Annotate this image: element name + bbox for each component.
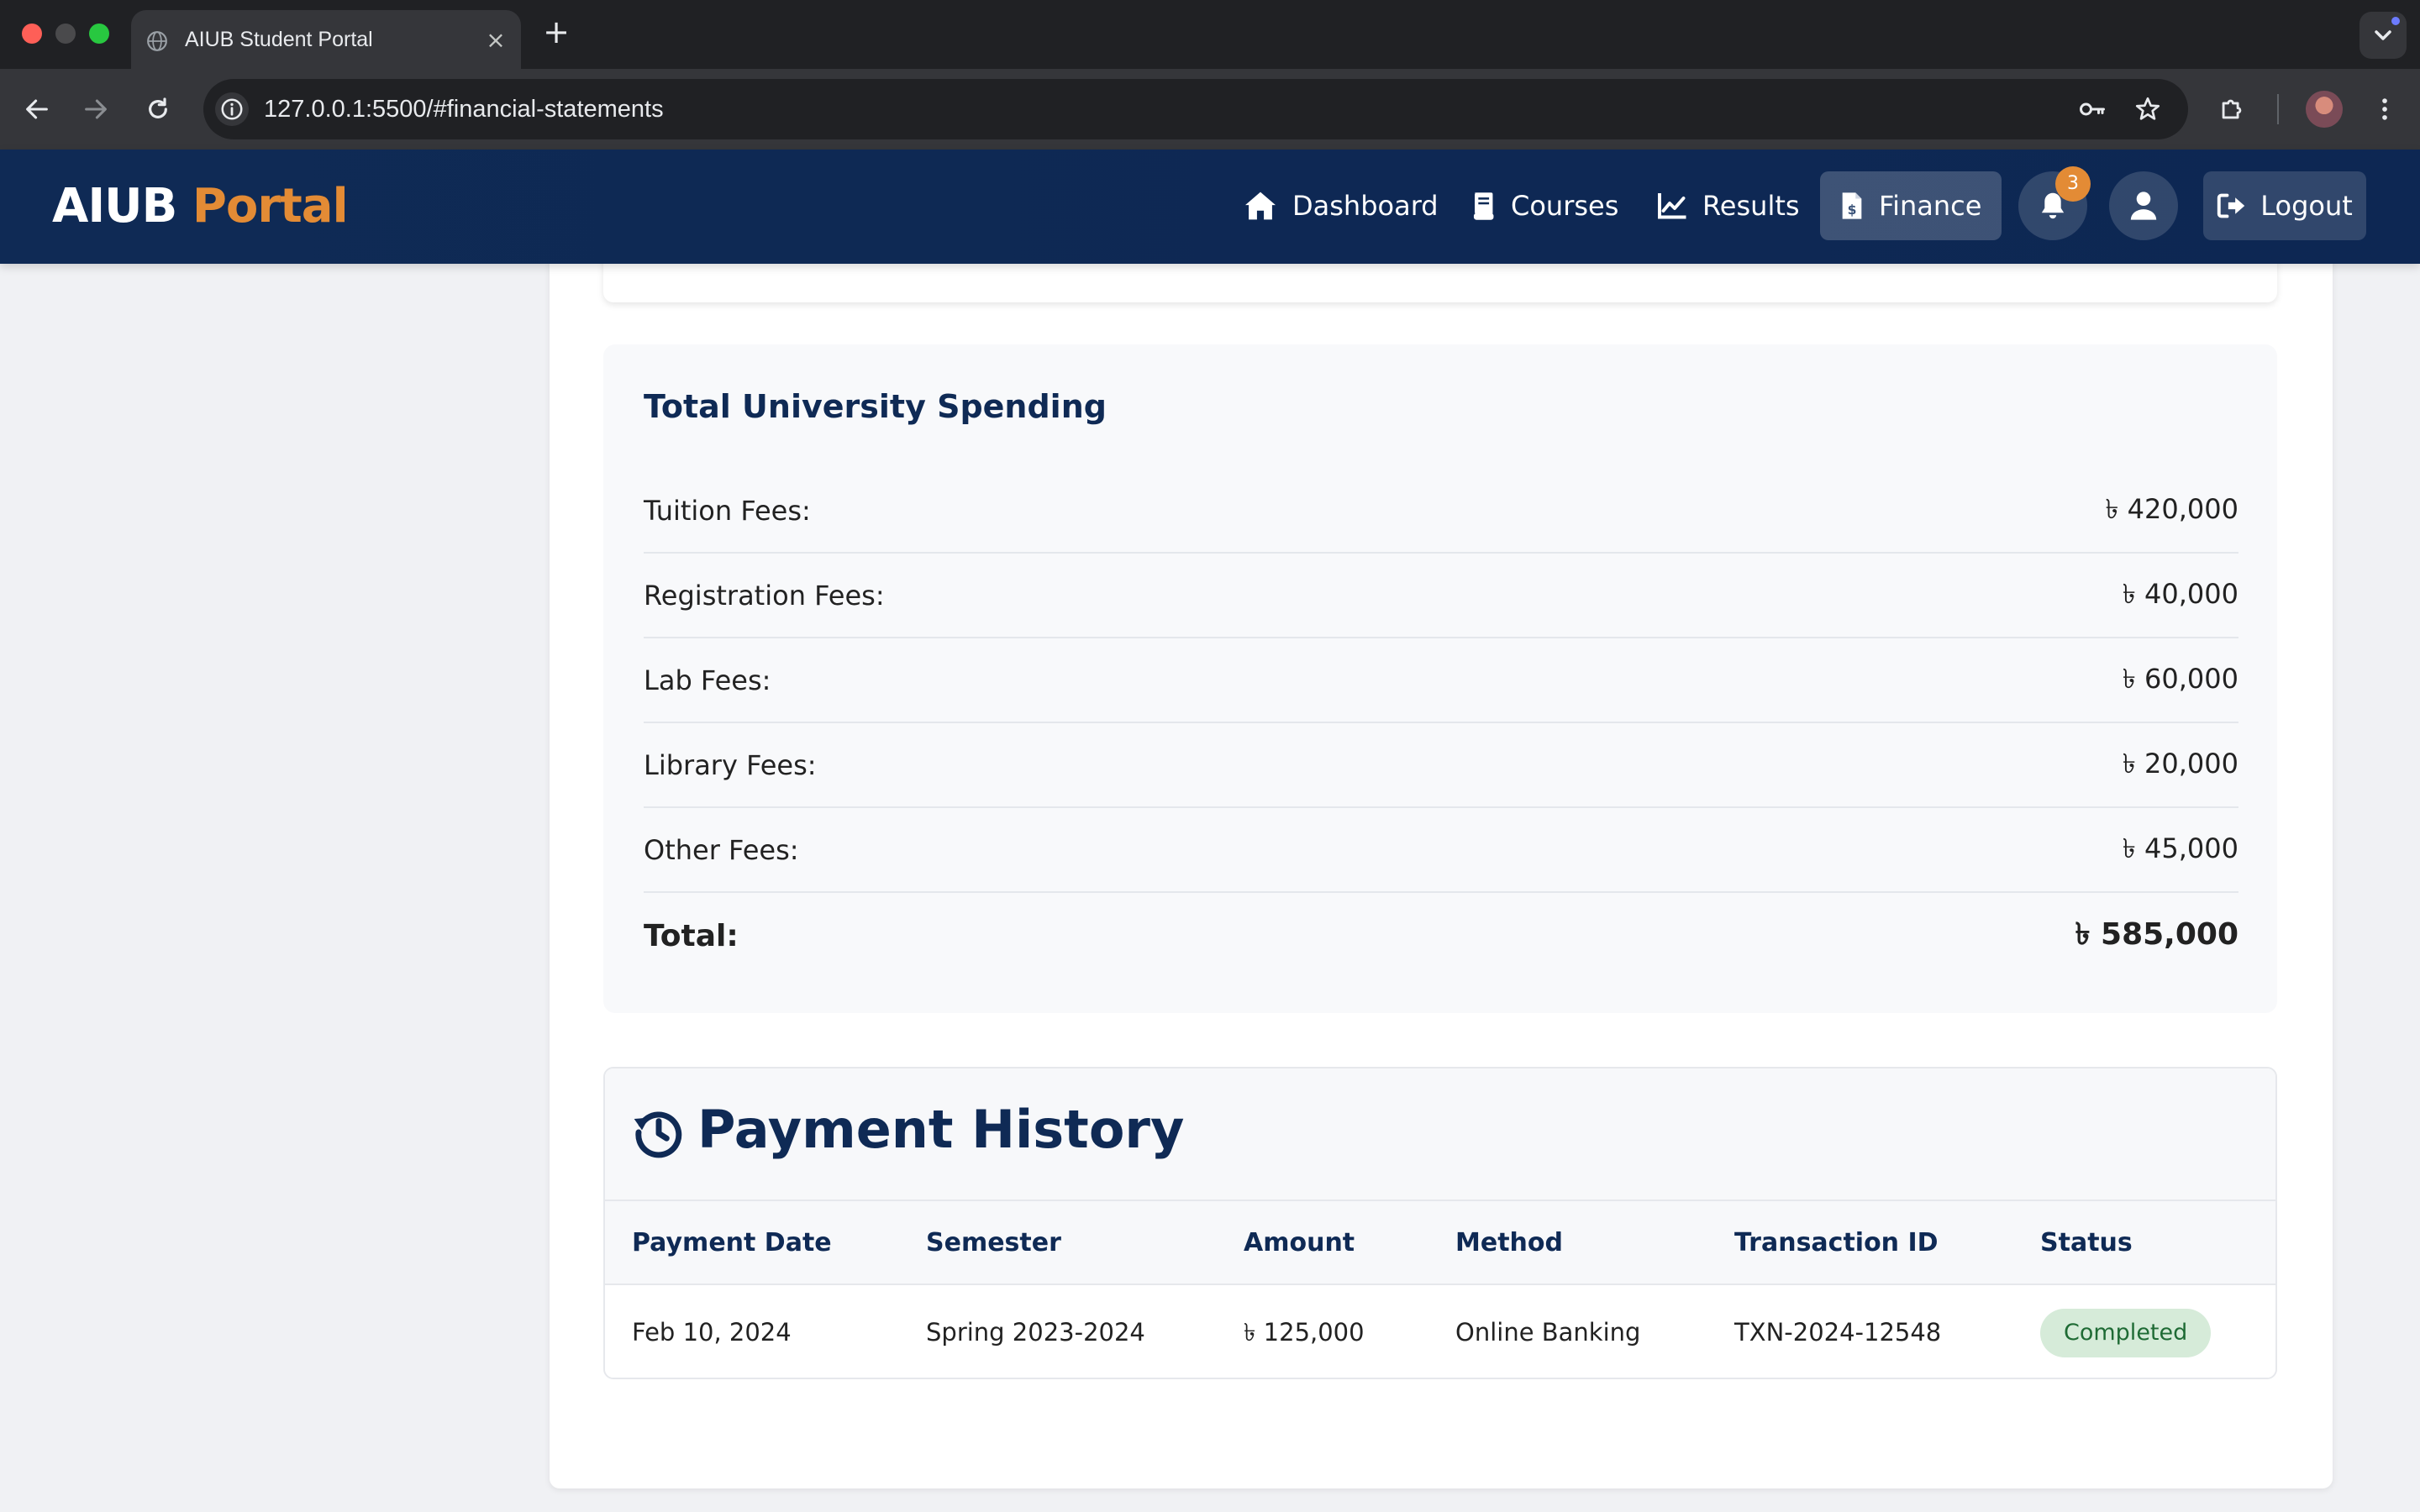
column-header[interactable]: Status [2040,1201,2133,1285]
history-icon [634,1111,682,1158]
fee-label: Other Fees: [644,833,799,866]
arrow-left-icon [26,99,48,119]
column-header[interactable]: Semester [926,1201,1061,1285]
profile-avatar[interactable] [2306,91,2343,128]
fee-row-tuition: Tuition Fees: ৳ 420,000 [644,469,2238,554]
browser-toolbar: 127.0.0.1:5500/#financial-statements [0,69,2420,150]
arrow-right-icon [85,99,107,119]
bookmark-star-button[interactable] [2131,92,2165,126]
new-tab-button[interactable]: + [539,15,573,49]
nav-results[interactable]: Results [1637,171,1820,240]
tab-search-button[interactable] [2360,12,2407,59]
close-tab-icon[interactable]: × [484,29,508,52]
fee-row-lab: Lab Fees: ৳ 60,000 [644,638,2238,723]
reload-button[interactable] [138,89,178,129]
table-row: Feb 10, 2024 Spring 2023-2024 ৳ 125,000 … [605,1285,2275,1378]
nav-finance-label: Finance [1879,190,1982,222]
svg-text:$: $ [1848,202,1857,218]
nav-dashboard[interactable]: Dashboard [1223,171,1459,240]
globe-icon [147,31,167,51]
app-header: AIUB Portal Dashboard Courses Results $ [0,150,2420,264]
logo-primary: AIUB [52,179,177,234]
fee-label: Registration Fees: [644,579,885,612]
portal-logo[interactable]: AIUB Portal [52,150,349,264]
chart-line-icon [1658,193,1686,219]
payment-history-card: Payment History Payment Date Semester Am… [603,1067,2277,1379]
key-icon [2080,102,2105,116]
profile-button[interactable] [2109,171,2178,240]
fee-row-other: Other Fees: ৳ 45,000 [644,808,2238,893]
fee-label: Library Fees: [644,748,817,781]
info-icon [221,98,243,120]
site-info-button[interactable] [215,92,249,126]
notification-dot [2391,17,2400,25]
fee-value: ৳ 45,000 [2122,832,2238,864]
nav-results-label: Results [1702,190,1800,222]
home-icon [1245,192,1276,220]
total-label: Total: [644,919,739,953]
logout-label: Logout [2260,190,2353,222]
sign-out-icon [2217,193,2245,218]
total-spending-card: Total University Spending Tuition Fees: … [603,344,2277,1013]
fee-value: ৳ 40,000 [2122,577,2238,610]
toolbar-divider [2277,94,2279,124]
fee-label: Lab Fees: [644,664,771,696]
notifications-button[interactable]: 3 [2018,166,2091,240]
forward-button[interactable] [76,89,116,129]
window-close-button[interactable] [22,24,42,44]
password-key-button[interactable] [2075,92,2109,126]
back-button[interactable] [17,89,57,129]
browser-menu-button[interactable] [2365,89,2405,129]
more-vertical-icon [2382,98,2387,120]
address-bar[interactable]: 127.0.0.1:5500/#financial-statements [203,79,2188,139]
nav-courses[interactable]: Courses [1450,171,1639,240]
column-header[interactable]: Method [1455,1201,1563,1285]
fee-row-registration: Registration Fees: ৳ 40,000 [644,554,2238,638]
fee-label: Tuition Fees: [644,494,811,527]
notification-count-badge: 3 [2055,166,2091,202]
transaction-id-cell: TXN-2024-12548 [1734,1318,1942,1347]
payment-history-header: Payment History [605,1068,2275,1201]
reload-icon [149,97,167,118]
browser-tab-bar: AIUB Student Portal × + [0,0,2420,69]
amount-cell: ৳ 125,000 [1244,1318,1365,1347]
method-cell: Online Banking [1455,1318,1641,1347]
column-header[interactable]: Payment Date [632,1201,832,1285]
window-minimize-button[interactable] [55,24,76,44]
book-icon [1473,192,1494,220]
fee-value: ৳ 60,000 [2122,662,2238,695]
payment-date-cell: Feb 10, 2024 [632,1318,792,1347]
window-maximize-button[interactable] [89,24,109,44]
star-icon [2135,97,2160,120]
semester-cell: Spring 2023-2024 [926,1318,1145,1347]
puzzle-icon [2222,99,2242,119]
payment-history-title: Payment History [697,1099,1185,1160]
nav-dashboard-label: Dashboard [1292,190,1439,222]
file-invoice-dollar-icon: $ [1842,192,1862,219]
status-badge: Completed [2040,1309,2212,1357]
logout-button[interactable]: Logout [2203,171,2366,240]
fee-value: ৳ 20,000 [2122,747,2238,780]
nav-finance[interactable]: $ Finance [1820,171,2002,240]
table-header-row: Payment Date Semester Amount Method Tran… [605,1201,2275,1285]
total-spending-title: Total University Spending [644,388,1107,425]
logo-secondary: Portal [192,179,349,234]
column-header[interactable]: Amount [1244,1201,1355,1285]
url-text: 127.0.0.1:5500/#financial-statements [264,96,664,123]
tab-title: AIUB Student Portal [185,28,373,51]
browser-tab[interactable]: AIUB Student Portal × [131,10,521,69]
total-value: ৳ 585,000 [2075,916,2238,952]
fee-value: ৳ 420,000 [2105,492,2238,525]
extensions-button[interactable] [2212,89,2252,129]
nav-courses-label: Courses [1511,190,1619,222]
column-header[interactable]: Transaction ID [1734,1201,1939,1285]
fee-row-library: Library Fees: ৳ 20,000 [644,723,2238,808]
user-icon [2130,192,2157,220]
fee-row-total: Total: ৳ 585,000 [644,894,2238,979]
